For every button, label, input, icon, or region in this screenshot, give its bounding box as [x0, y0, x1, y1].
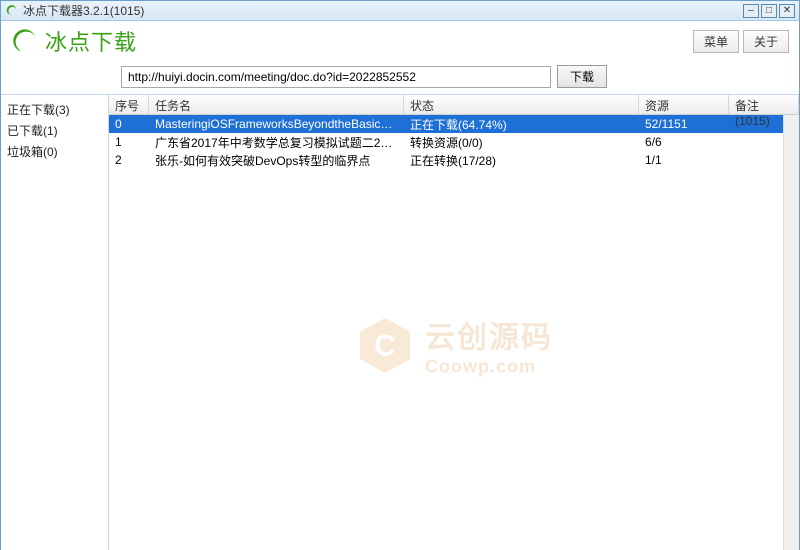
logo-text: 冰点下载: [45, 25, 137, 57]
svg-text:C: C: [374, 329, 396, 362]
cell-status: 转换资源(0/0): [404, 133, 639, 152]
url-input[interactable]: [121, 66, 551, 88]
cell-name: 张乐-如何有效突破DevOps转型的临界点: [149, 151, 404, 170]
watermark-icon: C: [355, 315, 415, 375]
app-icon: [5, 4, 19, 18]
content-area: 序号 任务名 状态 资源 备注(1015) 0MasteringiOSFrame…: [109, 95, 799, 550]
cell-status: 正在转换(17/28): [404, 151, 639, 170]
window-buttons: – □ ✕: [743, 4, 795, 18]
table-body: 0MasteringiOSFrameworksBeyondtheBasics,2…: [109, 115, 799, 169]
table-header: 序号 任务名 状态 资源 备注(1015): [109, 95, 799, 115]
sidebar: 正在下载(3) 已下载(1) 垃圾箱(0): [1, 95, 109, 550]
logo: 冰点下载: [11, 25, 137, 57]
app-window: 冰点下载器3.2.1(1015) – □ ✕ 冰点下载 菜单 关于 下载 正在下…: [0, 0, 800, 550]
cell-res: 1/1: [639, 152, 729, 168]
cell-status: 正在下载(64.74%): [404, 115, 639, 134]
col-header-note[interactable]: 备注(1015): [729, 95, 799, 114]
watermark-cn: 云创源码: [425, 313, 553, 357]
minimize-button[interactable]: –: [743, 4, 759, 18]
main-area: 正在下载(3) 已下载(1) 垃圾箱(0) 序号 任务名 状态 资源 备注(10…: [1, 94, 799, 550]
maximize-button[interactable]: □: [761, 4, 777, 18]
vertical-scrollbar[interactable]: [783, 115, 799, 550]
cell-res: 52/1151: [639, 116, 729, 132]
logo-icon: [11, 27, 39, 55]
menu-button[interactable]: 菜单: [693, 30, 739, 53]
col-header-res[interactable]: 资源: [639, 95, 729, 114]
cell-name: MasteringiOSFrameworksBeyondtheBasics,2n…: [149, 116, 404, 132]
cell-res: 6/6: [639, 134, 729, 150]
sidebar-item-downloaded[interactable]: 已下载(1): [7, 120, 102, 141]
header: 冰点下载 菜单 关于: [1, 21, 799, 61]
table-row[interactable]: 2张乐-如何有效突破DevOps转型的临界点正在转换(17/28)1/1: [109, 151, 799, 169]
window-title: 冰点下载器3.2.1(1015): [23, 2, 743, 19]
cell-name: 广东省2017年中考数学总复习模拟试题二201707...: [149, 133, 404, 152]
cell-idx: 1: [109, 134, 149, 150]
cell-idx: 2: [109, 152, 149, 168]
table-row[interactable]: 0MasteringiOSFrameworksBeyondtheBasics,2…: [109, 115, 799, 133]
col-header-name[interactable]: 任务名: [149, 95, 404, 114]
download-button[interactable]: 下载: [557, 65, 607, 88]
watermark-en: Coowp.com: [425, 357, 553, 378]
header-buttons: 菜单 关于: [693, 30, 789, 53]
col-header-idx[interactable]: 序号: [109, 95, 149, 114]
titlebar: 冰点下载器3.2.1(1015) – □ ✕: [1, 1, 799, 21]
sidebar-item-downloading[interactable]: 正在下载(3): [7, 99, 102, 120]
watermark: C 云创源码 Coowp.com: [355, 313, 553, 378]
url-row: 下载: [1, 61, 799, 94]
sidebar-item-trash[interactable]: 垃圾箱(0): [7, 141, 102, 162]
close-button[interactable]: ✕: [779, 4, 795, 18]
col-header-status[interactable]: 状态: [404, 95, 639, 114]
table-row[interactable]: 1广东省2017年中考数学总复习模拟试题二201707...转换资源(0/0)6…: [109, 133, 799, 151]
cell-idx: 0: [109, 116, 149, 132]
about-button[interactable]: 关于: [743, 30, 789, 53]
